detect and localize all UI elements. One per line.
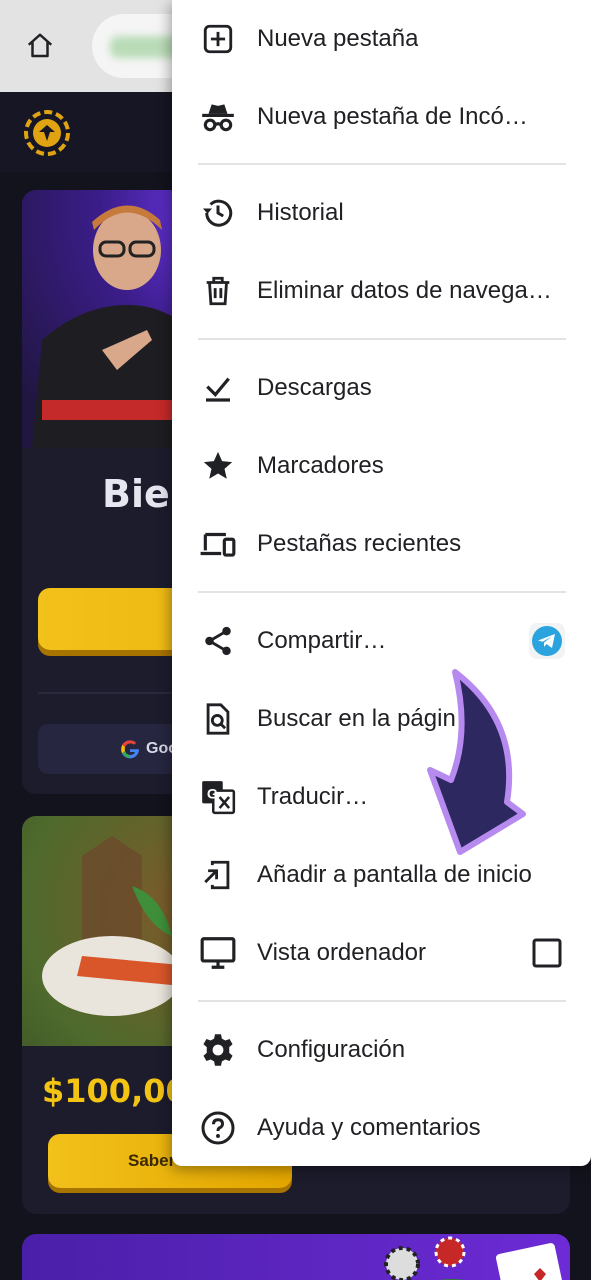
trash-icon (198, 271, 238, 311)
add-to-home-screen-icon (198, 855, 238, 895)
menu-label: Configuración (257, 1036, 406, 1063)
svg-text:G: G (207, 787, 218, 803)
menu-label: Compartir… (257, 627, 387, 654)
saber-label: Saber (128, 1151, 176, 1170)
telegram-share-button[interactable] (529, 623, 565, 659)
menu-divider (198, 591, 566, 593)
casino-chips-image (384, 1236, 564, 1280)
casino-promo-card (22, 1234, 570, 1280)
telegram-icon (529, 623, 565, 659)
menu-label: Historial (257, 199, 344, 226)
menu-label: Eliminar datos de navega… (257, 277, 552, 304)
star-icon (198, 446, 238, 486)
google-icon (121, 740, 140, 759)
gear-icon (198, 1030, 238, 1070)
history-icon (198, 193, 238, 233)
share-icon (198, 621, 238, 661)
incognito-icon (198, 97, 238, 137)
help-icon (198, 1108, 238, 1148)
menu-label: Marcadores (257, 452, 384, 479)
home-icon (27, 33, 53, 58)
menu-item-downloads[interactable]: Descargas (172, 349, 591, 427)
overflow-menu: Nueva pestaña Nueva pestaña de Incó… His… (172, 0, 591, 1166)
menu-item-recent-tabs[interactable]: Pestañas recientes (172, 505, 591, 583)
desktop-site-checkbox[interactable] (529, 935, 565, 971)
devices-icon (198, 524, 238, 564)
menu-item-settings[interactable]: Configuración (172, 1011, 591, 1089)
menu-divider (198, 1000, 566, 1002)
menu-label: Traducir… (257, 783, 369, 810)
menu-label: Nueva pestaña (257, 25, 419, 52)
menu-divider (198, 338, 566, 340)
tutorial-arrow-annotation (427, 669, 526, 855)
menu-item-desktop-site[interactable]: Vista ordenador (172, 914, 591, 992)
menu-item-history[interactable]: Historial (172, 174, 591, 252)
find-in-page-icon (198, 699, 238, 739)
home-button[interactable] (20, 26, 60, 66)
menu-item-incognito-tab[interactable]: Nueva pestaña de Incó… (172, 78, 591, 156)
download-icon (198, 368, 238, 408)
menu-divider (198, 163, 566, 165)
site-logo-icon[interactable] (22, 108, 72, 158)
menu-label: Vista ordenador (257, 939, 427, 966)
menu-item-help-feedback[interactable]: Ayuda y comentarios (172, 1089, 591, 1167)
menu-label: Nueva pestaña de Incó… (257, 103, 528, 130)
menu-label: Ayuda y comentarios (257, 1114, 481, 1141)
translate-icon: G (198, 777, 238, 817)
promo-amount: $100,00 (42, 1072, 188, 1110)
menu-item-bookmarks[interactable]: Marcadores (172, 427, 591, 505)
new-tab-icon (198, 19, 238, 59)
desktop-icon (198, 933, 238, 973)
menu-label: Descargas (257, 374, 372, 401)
menu-item-clear-browsing-data[interactable]: Eliminar datos de navega… (172, 252, 591, 330)
menu-label: Pestañas recientes (257, 530, 462, 557)
menu-item-new-tab[interactable]: Nueva pestaña (172, 0, 591, 78)
